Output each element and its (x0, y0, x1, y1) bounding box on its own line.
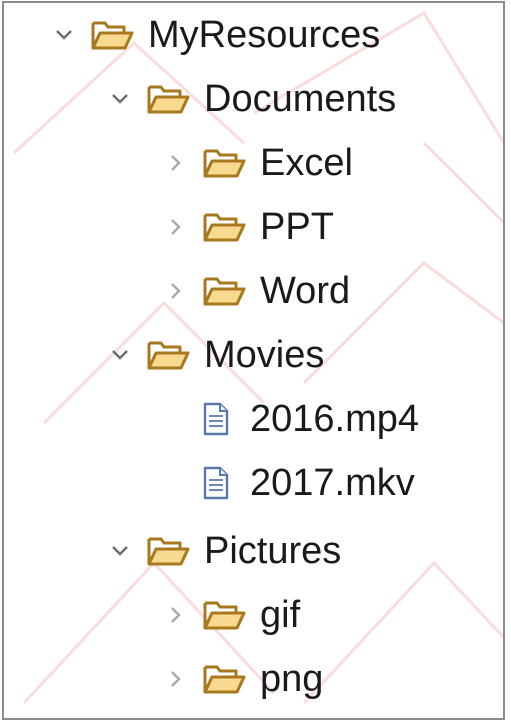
tree-item-2017-mkv[interactable]: 2017.mkv (202, 451, 415, 515)
tree-item-word[interactable]: Word (156, 259, 350, 323)
tree-item-pictures[interactable]: Pictures (100, 519, 341, 583)
chevron-down-icon[interactable] (100, 531, 140, 571)
chevron-right-icon[interactable] (156, 271, 196, 311)
folder-open-icon (146, 531, 196, 571)
resource-tree: MyResources Documents Excel PPT Word Mov… (4, 3, 503, 718)
tree-item-label: Word (260, 270, 351, 312)
tree-item-myresources[interactable]: MyResources (44, 3, 380, 67)
chevron-right-icon[interactable] (156, 595, 196, 635)
folder-open-icon (146, 79, 196, 119)
tree-item-label: PPT (260, 206, 334, 248)
chevron-down-icon[interactable] (100, 79, 140, 119)
chevron-right-icon[interactable] (156, 143, 196, 183)
folder-open-icon (202, 207, 252, 247)
tree-item-label: 2017.mkv (250, 462, 415, 504)
folder-open-icon (146, 335, 196, 375)
tree-item-label: gif (260, 594, 301, 636)
chevron-right-icon[interactable] (156, 207, 196, 247)
chevron-down-icon[interactable] (100, 335, 140, 375)
chevron-right-icon[interactable] (156, 659, 196, 699)
resource-tree-panel: MyResources Documents Excel PPT Word Mov… (2, 1, 505, 720)
folder-open-icon (202, 595, 252, 635)
tree-item-label: Documents (204, 78, 397, 120)
tree-item-movies[interactable]: Movies (100, 323, 324, 387)
tree-item-2016-mp4[interactable]: 2016.mp4 (202, 387, 419, 451)
tree-item-label: Excel (260, 142, 353, 184)
folder-open-icon (202, 143, 252, 183)
tree-item-label: Pictures (204, 530, 342, 572)
file-icon (202, 463, 242, 503)
folder-open-icon (202, 271, 252, 311)
file-icon (202, 399, 242, 439)
tree-item-label: 2016.mp4 (250, 398, 420, 440)
tree-item-label: png (260, 658, 324, 700)
tree-item-png[interactable]: png (156, 647, 323, 711)
tree-item-excel[interactable]: Excel (156, 131, 353, 195)
tree-item-gif[interactable]: gif (156, 583, 300, 647)
tree-item-label: MyResources (148, 14, 381, 56)
folder-open-icon (202, 659, 252, 699)
folder-open-icon (90, 15, 140, 55)
tree-item-documents[interactable]: Documents (100, 67, 396, 131)
tree-item-ppt[interactable]: PPT (156, 195, 334, 259)
chevron-down-icon[interactable] (44, 15, 84, 55)
tree-item-label: Movies (204, 334, 325, 376)
